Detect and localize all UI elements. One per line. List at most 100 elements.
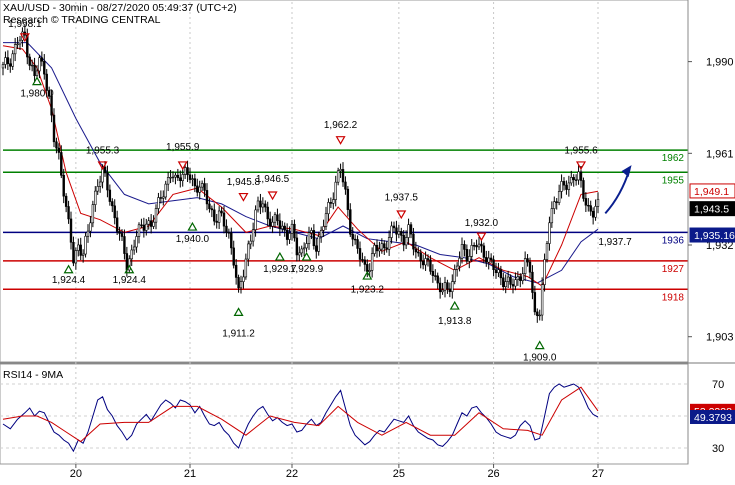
price-annotation: 1,940.0 [176, 234, 210, 245]
candle-body [344, 181, 347, 190]
candle-body [557, 191, 561, 203]
price-tag-label: 1,935.16 [694, 230, 735, 242]
candle-body [417, 251, 420, 254]
candle-body [383, 243, 386, 249]
candle-body [463, 244, 466, 250]
candle-body [35, 70, 39, 77]
rsi-panel-title: RSI14 - 9MA [3, 369, 63, 381]
price-annotation: 1,962.2 [324, 120, 358, 131]
candle-body [79, 244, 82, 256]
candle-body [307, 232, 311, 244]
x-tick-label-21: 21 [184, 468, 196, 480]
candle-body [232, 247, 235, 266]
candle-body [339, 169, 342, 172]
candle-body [152, 221, 155, 227]
candle-body [480, 243, 483, 247]
candle-body [106, 172, 109, 191]
x-tick-label-20: 20 [70, 468, 82, 480]
candle-body [538, 314, 541, 317]
candle-body [312, 230, 316, 247]
chart-title: XAU/USD - 30min - 08/27/2020 05:49:37 (U… [3, 2, 237, 14]
price-annotation: 1,955.3 [86, 145, 120, 156]
candle-body [77, 244, 80, 251]
candle-body [40, 57, 44, 62]
candle-body [120, 233, 124, 237]
candle-body [550, 208, 554, 224]
candle-body [74, 250, 78, 264]
candle-body [30, 64, 34, 67]
candle-body [562, 181, 566, 186]
candle-body [468, 256, 471, 262]
candle-body [43, 60, 46, 75]
candle-body [327, 202, 330, 215]
candle-body [251, 229, 255, 242]
candle-body [373, 244, 376, 254]
candle-body [499, 269, 503, 279]
candle-body [302, 247, 306, 250]
candle-body [521, 273, 524, 281]
candle-body [81, 253, 85, 256]
candle-body [169, 176, 172, 179]
candle-body [555, 201, 558, 203]
candle-body [57, 147, 61, 153]
level-label-1962: 1962 [662, 153, 685, 164]
candle-body [528, 261, 532, 273]
candle-body [516, 276, 520, 280]
candle-body [186, 167, 189, 176]
candle-body [361, 259, 364, 261]
candle-body [249, 240, 252, 245]
candle-body [319, 229, 323, 238]
price-annotation: 1,946.5 [256, 174, 290, 185]
price-annotation: 1,923.2 [351, 284, 385, 295]
price-annotation: 1,980.0 [20, 88, 54, 99]
candle-body [4, 57, 7, 65]
level-label-1936: 1936 [662, 235, 685, 246]
candle-body [511, 284, 515, 287]
candle-body [596, 198, 600, 207]
candle-body [198, 186, 201, 193]
candle-body [290, 223, 294, 234]
candle-body [55, 141, 58, 149]
candle-body [154, 208, 158, 223]
candle-body [497, 269, 500, 274]
candle-body [434, 275, 437, 277]
candle-body [234, 264, 238, 278]
candle-body [268, 218, 272, 227]
candle-body [9, 63, 12, 67]
candle-body [295, 237, 299, 256]
candle-body [222, 212, 226, 227]
candle-body [191, 178, 194, 180]
candle-body [196, 185, 199, 193]
candle-body [353, 238, 357, 241]
candle-body [208, 203, 211, 210]
candle-body [33, 64, 36, 77]
y-tick-label: 1,903 [706, 332, 734, 344]
x-tick-label-22: 22 [286, 468, 298, 480]
price-tag-label: 1,949.1 [694, 186, 729, 198]
candle-body [149, 220, 153, 227]
candle-body [237, 277, 240, 289]
candle-body [502, 277, 505, 288]
candle-body [135, 236, 138, 248]
x-tick-label-26: 26 [487, 468, 499, 480]
candle-body [526, 258, 529, 263]
candle-body [451, 281, 454, 292]
candle-body [475, 245, 478, 248]
candle-body [574, 179, 578, 181]
candle-body [266, 206, 269, 220]
candle-body [264, 203, 267, 208]
candle-body [60, 152, 63, 176]
price-annotation: 1,911.2 [222, 329, 255, 340]
candle-body [13, 44, 17, 55]
price-annotation: 1,913.8 [438, 316, 472, 327]
candle-body [1, 64, 5, 69]
candle-body [560, 181, 563, 192]
candle-body [429, 259, 432, 272]
candle-body [217, 210, 221, 223]
candle-body [118, 231, 121, 234]
rsi-y-tick-label: 30 [712, 443, 724, 455]
candle-body [380, 243, 384, 250]
candle-body [259, 200, 262, 208]
candle-body [115, 217, 119, 232]
candle-body [174, 174, 177, 178]
